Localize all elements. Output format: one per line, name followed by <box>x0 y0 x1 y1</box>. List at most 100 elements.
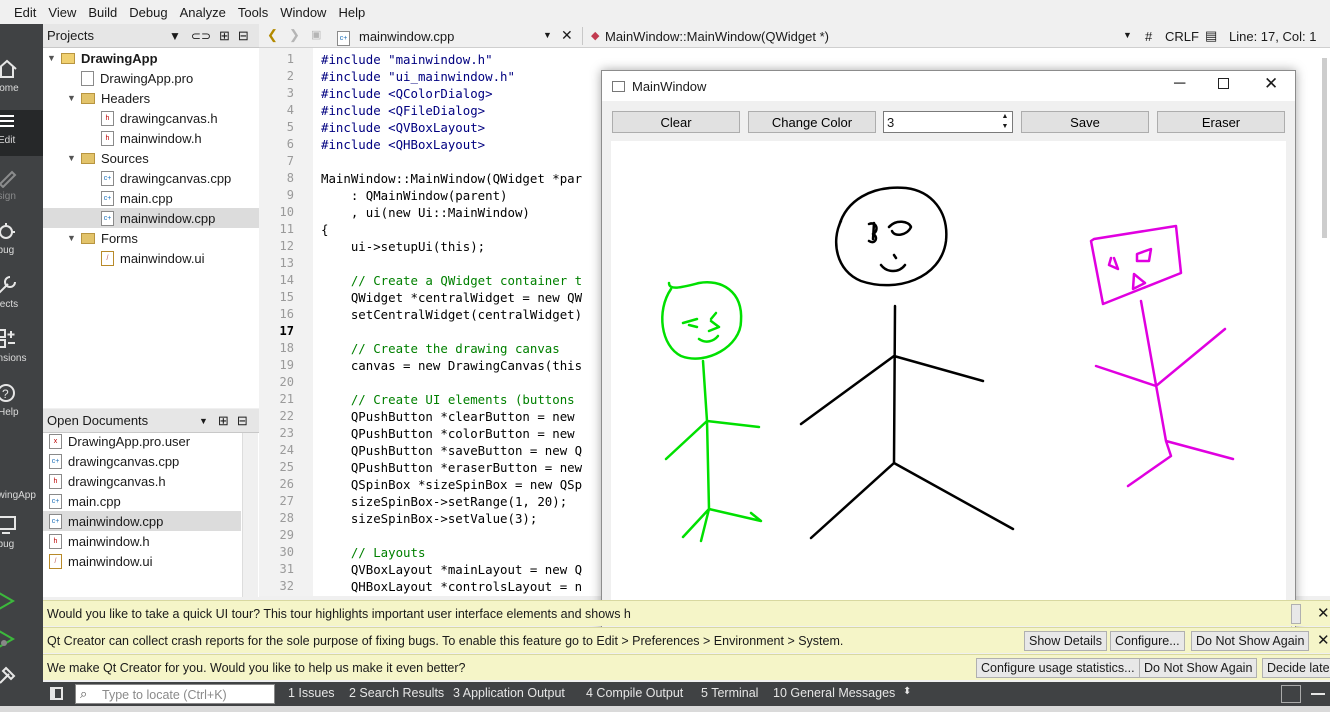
main-window-titlebar[interactable]: MainWindow ─ ✕ <box>602 71 1295 101</box>
save-button[interactable]: Save <box>1021 111 1149 133</box>
build-button[interactable] <box>0 664 43 690</box>
tree-item[interactable]: c+ mainwindow.cpp <box>43 208 259 228</box>
mode-design[interactable]: esign <box>0 166 43 212</box>
minimize-panel-icon[interactable] <box>1311 693 1325 695</box>
open-document-item[interactable]: c+ main.cpp <box>43 491 241 511</box>
ui-tour-hidden-button[interactable] <box>1291 604 1301 624</box>
mode-debug[interactable]: ebug <box>0 220 43 266</box>
mode-edit[interactable]: Edit <box>0 110 43 156</box>
progress-toggle-icon[interactable] <box>1281 685 1301 703</box>
close-icon[interactable]: ✕ <box>1317 631 1330 649</box>
decide-later-button[interactable]: Decide later <box>1262 658 1330 678</box>
tree-item[interactable]: DrawingApp.pro <box>43 68 259 88</box>
debug-run-button[interactable] <box>0 628 43 654</box>
maximize-button[interactable] <box>1218 78 1229 89</box>
menu-analyze[interactable]: Analyze <box>174 5 232 20</box>
spin-up-icon[interactable]: ▲ <box>998 112 1012 122</box>
open-document-item[interactable]: x DrawingApp.pro.user <box>43 431 241 451</box>
tree-item[interactable]: h mainwindow.h <box>43 128 259 148</box>
symbol-selector[interactable]: MainWindow::MainWindow(QWidget *) <box>605 29 829 44</box>
menu-window[interactable]: Window <box>274 5 332 20</box>
split-icon[interactable]: ⊞ <box>219 28 230 44</box>
pane-search-results[interactable]: 2 Search Results <box>349 686 444 700</box>
cursor-position[interactable]: Line: 17, Col: 1 <box>1229 29 1316 44</box>
mode-projects[interactable]: ojects <box>0 274 43 320</box>
open-document-item[interactable]: / mainwindow.ui <box>43 551 241 571</box>
tree-item[interactable]: ▼ Headers <box>43 88 259 108</box>
menu-tools[interactable]: Tools <box>232 5 274 20</box>
pane-compile-output[interactable]: 4 Compile Output <box>586 686 683 700</box>
monitor-icon <box>0 516 16 534</box>
open-document-item[interactable]: h drawingcanvas.h <box>43 471 241 491</box>
pane-terminal[interactable]: 5 Terminal <box>701 686 758 700</box>
drawing-canvas[interactable] <box>611 141 1286 606</box>
toggle-sidebar-icon[interactable] <box>50 687 63 700</box>
open-document-item[interactable]: h mainwindow.h <box>43 531 241 551</box>
tree-item[interactable]: ▼ Forms <box>43 228 259 248</box>
link-icon[interactable]: ⊂⊃ <box>191 29 211 43</box>
tree-arrow-icon[interactable]: ▼ <box>67 153 77 163</box>
tree-item[interactable]: c+ main.cpp <box>43 188 259 208</box>
chevron-up-down-icon[interactable]: ⬍ <box>903 686 911 697</box>
chevron-down-icon[interactable]: ▼ <box>543 30 552 40</box>
pane-issues[interactable]: 1 Issues <box>288 686 335 700</box>
close-window-button[interactable]: ✕ <box>1264 74 1278 94</box>
close-panel-icon[interactable]: ⊟ <box>238 28 249 44</box>
forward-arrow-icon[interactable]: ❯ <box>289 27 300 43</box>
tree-arrow-icon[interactable]: ▼ <box>67 233 77 243</box>
line-number: 29 <box>279 528 294 542</box>
clear-button[interactable]: Clear <box>612 111 740 133</box>
tree-item[interactable]: h drawingcanvas.h <box>43 108 259 128</box>
tree-item[interactable]: ▼ Sources <box>43 148 259 168</box>
open-document-item[interactable]: c+ mainwindow.cpp <box>43 511 241 531</box>
menu-view[interactable]: View <box>42 5 82 20</box>
close-icon[interactable]: ✕ <box>1317 604 1330 622</box>
cpp-file-icon: c+ <box>101 170 114 186</box>
menu-debug[interactable]: Debug <box>123 5 173 20</box>
configure-usage-statistics-button[interactable]: Configure usage statistics... <box>976 658 1140 678</box>
chevron-down-icon[interactable]: ▼ <box>199 416 208 426</box>
line-ending-selector[interactable]: CRLF <box>1165 29 1199 44</box>
show-details-button[interactable]: Show Details <box>1024 631 1107 651</box>
line-number: 13 <box>279 256 294 270</box>
run-button[interactable] <box>0 590 43 616</box>
hash-indicator[interactable]: # <box>1145 29 1152 44</box>
tree-arrow-icon[interactable]: ▼ <box>67 93 77 103</box>
tree-arrow-icon[interactable]: ▼ <box>47 53 57 63</box>
editor-file-selector[interactable]: mainwindow.cpp <box>359 29 454 44</box>
mode-welcome[interactable]: lcome <box>0 58 43 104</box>
menu-edit[interactable]: Edit <box>8 5 42 20</box>
tree-item[interactable]: c+ drawingcanvas.cpp <box>43 168 259 188</box>
document-icon[interactable]: ▤ <box>1205 28 1217 44</box>
filter-icon[interactable]: ▼ <box>169 29 181 43</box>
mode-extensions[interactable]: ensions <box>0 328 43 374</box>
build-config-selector[interactable]: ebug <box>0 514 43 560</box>
close-icon[interactable]: ✕ <box>561 27 573 44</box>
close-panel-icon[interactable]: ⊟ <box>237 413 248 429</box>
line-number: 9 <box>286 188 294 202</box>
minimize-button[interactable]: ─ <box>1174 75 1185 93</box>
menu-build[interactable]: Build <box>82 5 123 20</box>
chevron-down-icon[interactable]: ▼ <box>1123 30 1132 40</box>
brush-size-spinbox[interactable]: 3 ▲ ▼ <box>883 111 1013 133</box>
open-document-item[interactable]: c+ drawingcanvas.cpp <box>43 451 241 471</box>
pane-general-messages[interactable]: 10 General Messages <box>773 686 895 700</box>
change-color-button[interactable]: Change Color <box>748 111 876 133</box>
eraser-button[interactable]: Eraser <box>1157 111 1285 133</box>
back-arrow-icon[interactable]: ❮ <box>267 27 278 43</box>
mode-help[interactable]: ? Help <box>0 382 43 428</box>
menu-help[interactable]: Help <box>332 5 371 20</box>
open-documents-scrollbar[interactable] <box>242 433 258 597</box>
configure-button[interactable]: Configure... <box>1110 631 1185 651</box>
editor-scrollbar[interactable] <box>1322 58 1327 238</box>
do-not-show-again-button[interactable]: Do Not Show Again <box>1191 631 1310 651</box>
split-icon[interactable]: ⊞ <box>218 413 229 429</box>
do-not-show-again-button[interactable]: Do Not Show Again <box>1139 658 1258 678</box>
locator-input[interactable]: ⌕ Type to locate (Ctrl+K) <box>75 684 275 704</box>
tree-item[interactable]: / mainwindow.ui <box>43 248 259 268</box>
kit-selector[interactable]: awingApp <box>0 490 43 508</box>
pane-application-output[interactable]: 3 Application Output <box>453 686 565 700</box>
tree-item[interactable]: ▼ DrawingApp <box>43 48 259 68</box>
spin-down-icon[interactable]: ▼ <box>998 122 1012 132</box>
h-file-icon: h <box>49 473 62 489</box>
